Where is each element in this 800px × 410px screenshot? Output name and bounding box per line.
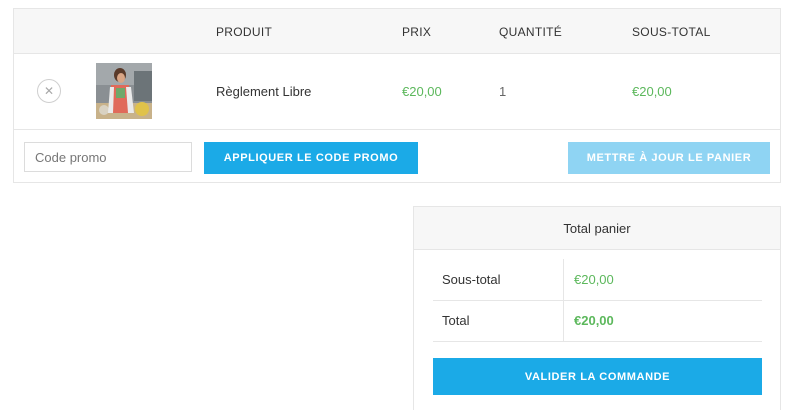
cart-totals: Total panier Sous-total €20,00 Total €20… xyxy=(413,206,781,410)
remove-item-button[interactable]: ✕ xyxy=(37,79,61,103)
total-label: Total xyxy=(442,313,470,328)
close-icon: ✕ xyxy=(43,84,55,98)
column-divider xyxy=(563,259,564,300)
quantity-field[interactable]: 1 xyxy=(499,53,506,129)
product-price: €20,00 xyxy=(402,84,442,99)
cart-actions: APPLIQUER LE CODE PROMO METTRE À JOUR LE… xyxy=(14,130,780,184)
subtotal-value: €20,00 xyxy=(574,272,614,287)
product-thumbnail[interactable] xyxy=(96,63,152,119)
cart-table-header: PRODUIT PRIX QUANTITÉ SOUS-TOTAL xyxy=(14,9,780,54)
header-product: PRODUIT xyxy=(216,25,273,39)
update-cart-button[interactable]: METTRE À JOUR LE PANIER xyxy=(568,142,770,174)
product-subtotal: €20,00 xyxy=(632,84,672,99)
coupon-code-input[interactable] xyxy=(24,142,192,172)
total-row: Total €20,00 xyxy=(433,300,762,342)
header-subtotal: SOUS-TOTAL xyxy=(632,25,711,39)
subtotal-label: Sous-total xyxy=(442,272,501,287)
column-divider xyxy=(563,300,564,341)
checkout-button[interactable]: VALIDER LA COMMANDE xyxy=(433,358,762,395)
subtotal-row: Sous-total €20,00 xyxy=(433,259,762,301)
total-value: €20,00 xyxy=(574,313,614,328)
header-price: PRIX xyxy=(402,25,432,39)
header-quantity: QUANTITÉ xyxy=(499,25,563,39)
cart-totals-title: Total panier xyxy=(414,207,780,250)
apply-coupon-button[interactable]: APPLIQUER LE CODE PROMO xyxy=(204,142,418,174)
product-name-link[interactable]: Règlement Libre xyxy=(216,53,311,129)
cart-item-row: ✕ Règlement Libre €20,00 1 €20,00 xyxy=(14,53,780,130)
cart-table: PRODUIT PRIX QUANTITÉ SOUS-TOTAL ✕ Règle… xyxy=(13,8,781,183)
